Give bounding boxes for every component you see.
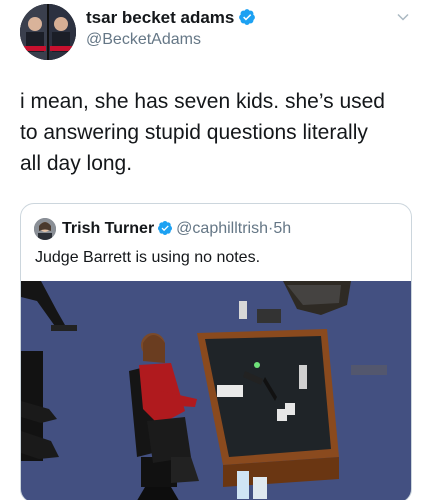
quoted-timestamp[interactable]: 5h xyxy=(273,220,291,237)
author-avatar[interactable] xyxy=(20,4,76,60)
tweet-card: tsar becket adams @BecketAdams i mean, s… xyxy=(0,0,431,500)
quoted-author-handle[interactable]: @caphilltrish xyxy=(176,220,268,237)
quoted-tweet-text: Judge Barrett is using no notes. xyxy=(35,249,261,266)
tweet-text-line: i mean, she has seven kids. she’s used xyxy=(20,90,385,113)
verified-badge-icon xyxy=(158,221,173,235)
tweet-text-line: all day long. xyxy=(20,152,133,175)
author-name[interactable]: tsar becket adams xyxy=(86,8,234,27)
tweet-text-line: to answering stupid questions literally xyxy=(20,121,368,144)
author-name-row[interactable]: tsar becket adams xyxy=(86,8,256,28)
quoted-author-name[interactable]: Trish Turner xyxy=(62,220,154,237)
author-handle[interactable]: @BecketAdams xyxy=(86,31,201,49)
quoted-tweet[interactable]: Trish Turner @caphilltrish·5h Judge Barre… xyxy=(20,203,412,500)
quoted-header: Trish Turner @caphilltrish·5h xyxy=(62,220,291,238)
quoted-tweet-photo[interactable] xyxy=(21,281,411,500)
chevron-down-icon[interactable] xyxy=(396,10,410,24)
tweet-text: i mean, she has seven kids. she’s used t… xyxy=(20,86,420,179)
quoted-author-avatar[interactable] xyxy=(34,218,56,240)
verified-badge-icon xyxy=(239,9,256,25)
